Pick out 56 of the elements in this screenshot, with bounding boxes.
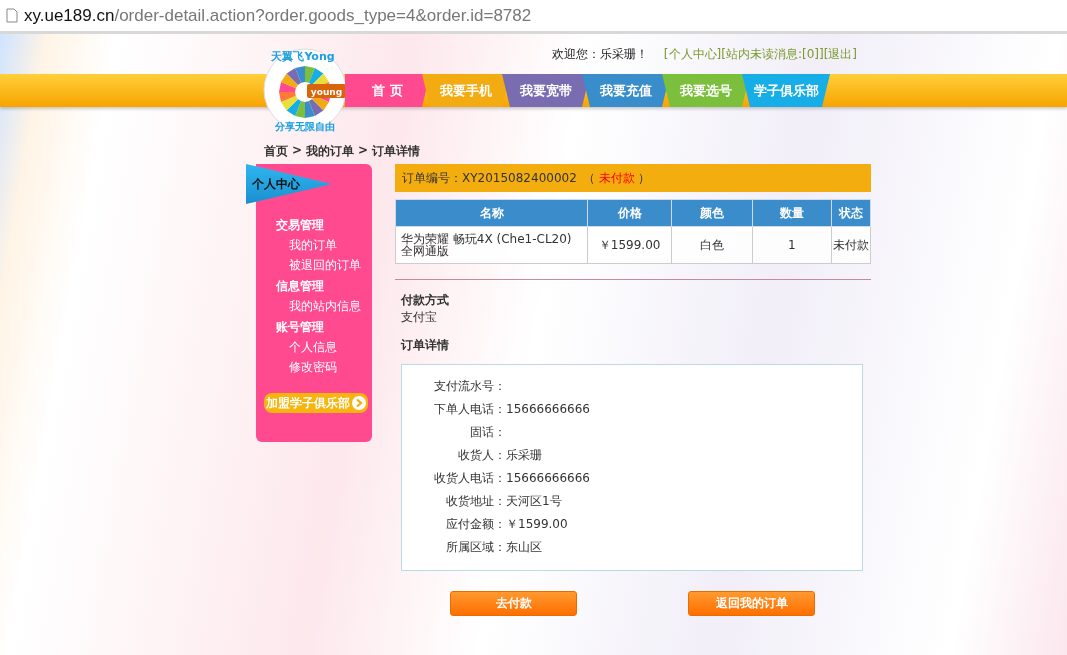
sidebar-item[interactable]: 被退回的订单 bbox=[276, 255, 372, 275]
action-button[interactable]: 返回我的订单 bbox=[688, 591, 815, 616]
breadcrumb-separator: > bbox=[292, 143, 303, 159]
sidebar-group-title: 信息管理 bbox=[276, 278, 325, 295]
header-link[interactable]: [站内未读消息:[0]] bbox=[721, 46, 824, 61]
order-status: （ 未付款 ） bbox=[582, 169, 651, 187]
sidebar-item[interactable]: 我的站内信息 bbox=[276, 296, 372, 316]
breadcrumb-link[interactable]: 订单详情 bbox=[372, 143, 421, 163]
section-title: 付款方式 bbox=[401, 292, 450, 309]
field-value: 15666666666 bbox=[506, 402, 591, 416]
field-label: 应付金额： bbox=[445, 517, 506, 531]
column-header: 颜色 bbox=[671, 199, 753, 227]
url-path: /order-detail.action?order.goods_type=4&order.id=8782 bbox=[114, 5, 532, 26]
field-value: 15666666666 bbox=[506, 471, 591, 485]
column-header: 名称 bbox=[395, 199, 588, 227]
sidebar-item[interactable]: 个人信息 bbox=[276, 337, 372, 357]
field-label: 固话： bbox=[469, 425, 506, 439]
field-label: 所属区域： bbox=[445, 540, 506, 554]
table-cell: 未付款 bbox=[831, 226, 871, 264]
table-cell: ￥1599.00 bbox=[587, 226, 672, 264]
sidebar-item[interactable]: 我的订单 bbox=[276, 235, 372, 255]
header-link[interactable]: [退出] bbox=[823, 46, 857, 61]
sidebar-item[interactable]: 修改密码 bbox=[276, 357, 372, 377]
section-title: 订单详情 bbox=[401, 337, 450, 354]
table-cell: 1 bbox=[752, 226, 832, 264]
column-header: 数量 bbox=[752, 199, 832, 227]
field-value: 天河区1号 bbox=[506, 494, 563, 508]
table-cell: 华为荣耀 畅玩4X (Che1-CL20) 全网通版 bbox=[395, 226, 588, 264]
breadcrumb-separator: > bbox=[358, 143, 369, 159]
chevron-icon bbox=[352, 396, 366, 410]
table-cell: 白色 bbox=[671, 226, 753, 264]
field-label: 下单人电话： bbox=[433, 402, 506, 416]
column-header: 状态 bbox=[831, 199, 871, 227]
field-label: 收货人电话： bbox=[433, 471, 506, 485]
logo[interactable]: 天翼飞Yong young 分享无限自由 bbox=[263, 48, 347, 132]
join-club-button[interactable]: 加盟学子俱乐部 bbox=[264, 393, 368, 413]
field-label: 支付流水号： bbox=[433, 379, 506, 393]
breadcrumb-link[interactable]: 首页 bbox=[264, 143, 288, 163]
field-value: ￥1599.00 bbox=[506, 517, 569, 531]
column-header: 价格 bbox=[587, 199, 672, 227]
order-number: 订单编号：XY2015082400002 bbox=[402, 169, 577, 187]
payment-method: 支付宝 bbox=[401, 309, 438, 326]
field-label: 收货地址： bbox=[445, 494, 506, 508]
sidebar-group-title: 交易管理 bbox=[276, 217, 325, 234]
sidebar-group-title: 账号管理 bbox=[276, 319, 325, 336]
url-host: xy.ue189.cn bbox=[24, 5, 115, 26]
page-icon bbox=[6, 8, 18, 23]
breadcrumb-link[interactable]: 我的订单 bbox=[306, 143, 355, 163]
sidebar-title: 个人中心 bbox=[252, 175, 300, 193]
action-button[interactable]: 去付款 bbox=[450, 591, 577, 616]
header-link[interactable]: [个人中心] bbox=[663, 46, 722, 61]
field-label: 收货人： bbox=[457, 448, 506, 462]
welcome-text: 欢迎您：乐采珊！ bbox=[551, 45, 648, 63]
field-value: 东山区 bbox=[506, 540, 543, 554]
field-value: 乐采珊 bbox=[506, 448, 543, 462]
nav-tab[interactable]: 学子俱乐部 bbox=[742, 74, 830, 107]
